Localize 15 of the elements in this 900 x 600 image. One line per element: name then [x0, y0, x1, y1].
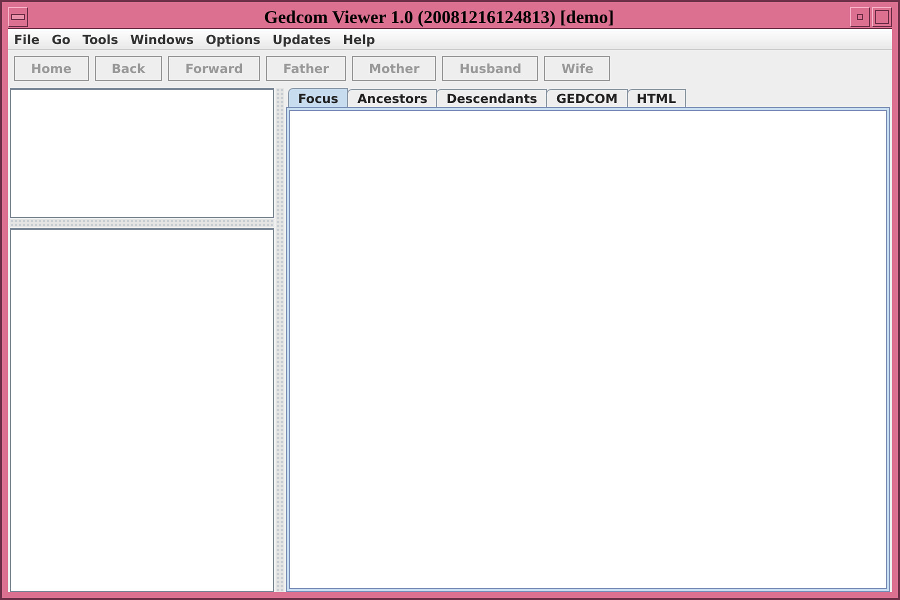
- menu-item[interactable]: Windows: [124, 32, 200, 46]
- tab[interactable]: HTML: [626, 89, 686, 107]
- splitter-handle[interactable]: [10, 219, 274, 227]
- tab[interactable]: Focus: [288, 88, 348, 107]
- menu-item[interactable]: Tools: [76, 32, 124, 46]
- minimize-button[interactable]: [850, 7, 870, 27]
- window-title: Gedcom Viewer 1.0 (20081216124813) [demo]: [262, 6, 616, 28]
- window-menu-button[interactable]: [8, 7, 28, 27]
- menu-item[interactable]: Help: [336, 32, 382, 46]
- maximize-button[interactable]: [872, 7, 892, 27]
- menu-item[interactable]: Updates: [266, 32, 337, 46]
- menu-item[interactable]: File: [8, 32, 46, 46]
- splitter-handle[interactable]: [276, 88, 284, 592]
- menu-item[interactable]: Options: [200, 32, 266, 46]
- menu-item[interactable]: Go: [46, 32, 76, 46]
